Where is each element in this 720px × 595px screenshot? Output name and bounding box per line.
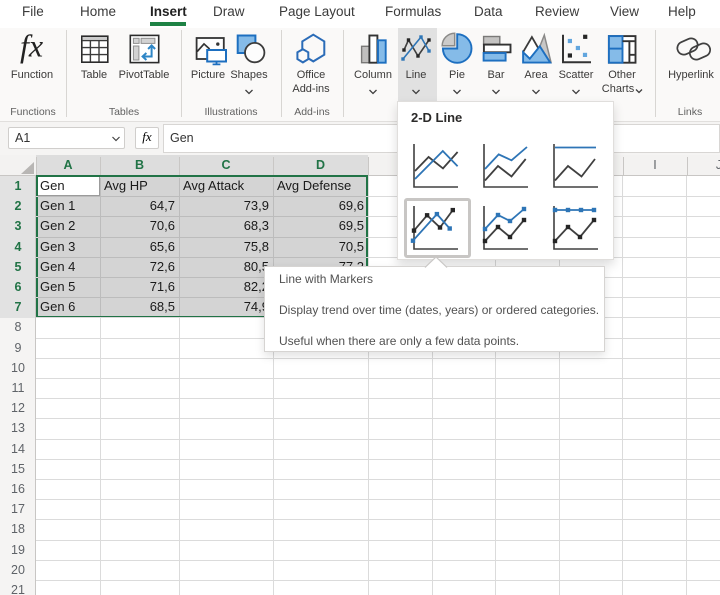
svg-text:fx: fx [20,28,43,64]
